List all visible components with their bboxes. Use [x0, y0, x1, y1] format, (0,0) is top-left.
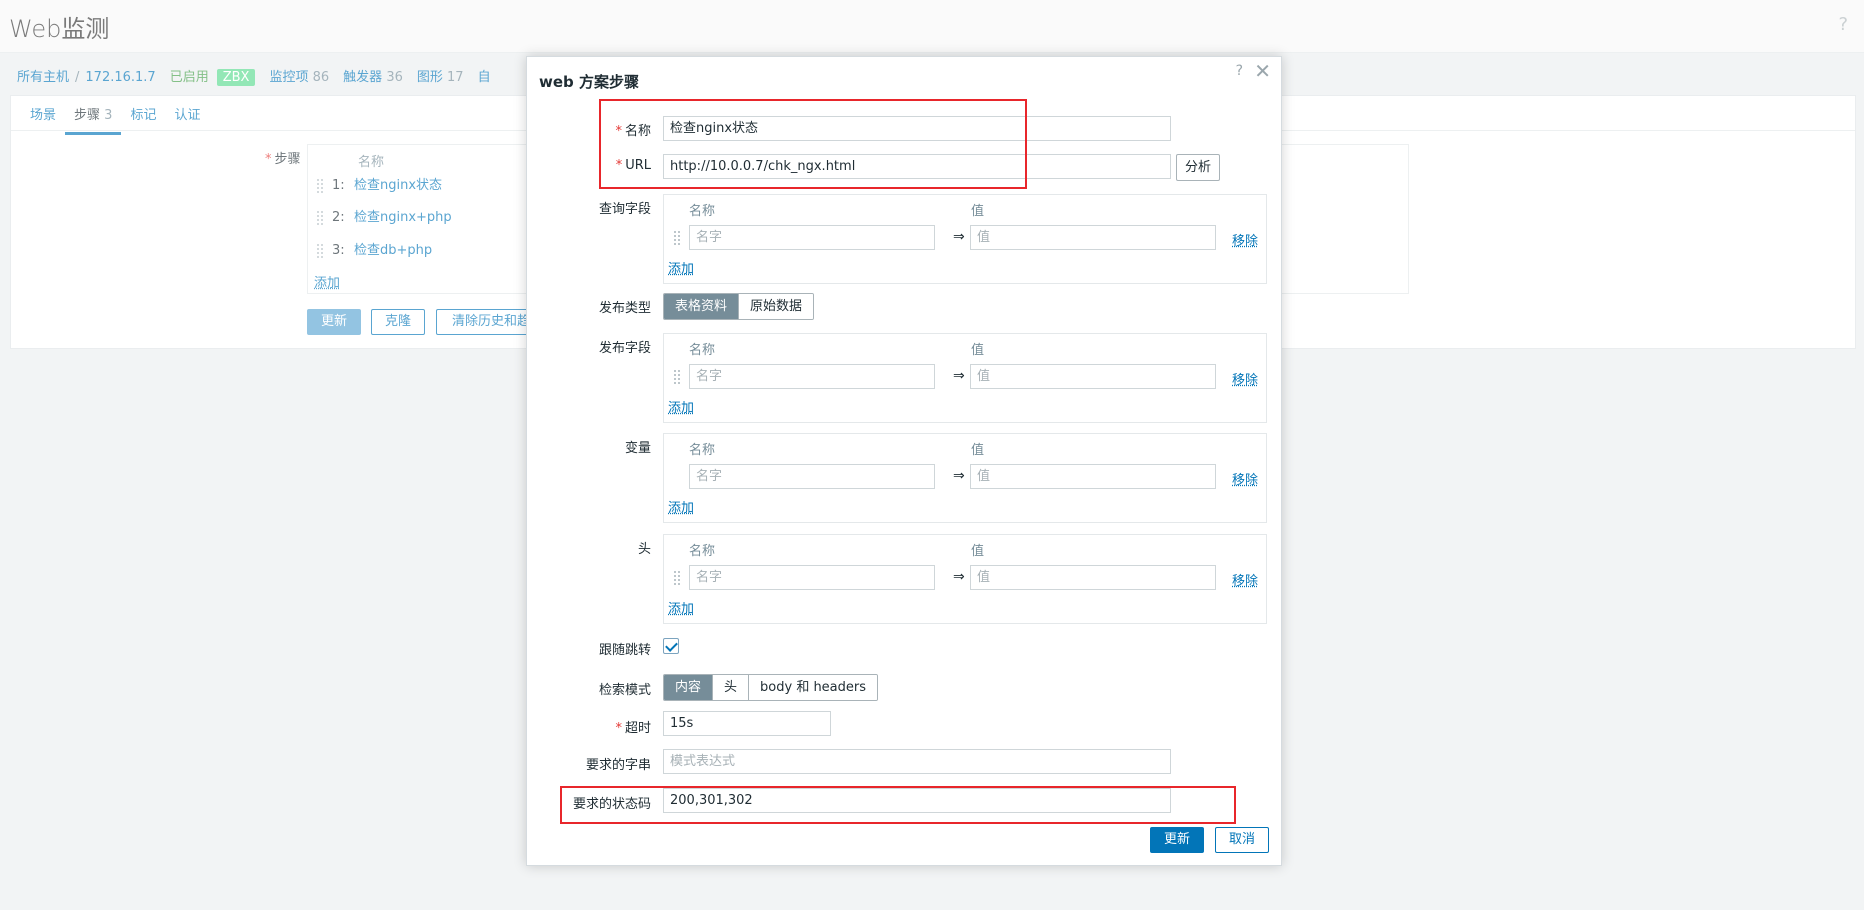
post-type-form-data[interactable]: 表格资料 — [664, 294, 740, 319]
add-link[interactable]: 添加 — [668, 497, 694, 516]
header-name-input[interactable]: 名字 — [689, 565, 935, 590]
post-value-input[interactable]: 值 — [970, 364, 1216, 389]
web-step-dialog: web 方案步骤 ? ✕ * 名称 检查nginx状态 * URL http://1… — [526, 56, 1282, 866]
required-string-label: 要求的字串 — [585, 758, 651, 773]
parse-button[interactable]: 分析 — [1176, 154, 1221, 181]
dialog-cancel-button[interactable]: 取消 — [1215, 827, 1269, 853]
dialog-update-button[interactable]: 更新 — [1150, 827, 1204, 853]
column-header-value: 值 — [971, 343, 985, 358]
required-string-input[interactable]: 模式表达式 — [663, 749, 1171, 774]
query-name-input[interactable]: 名字 — [689, 225, 935, 250]
variable-name-input[interactable]: 名字 — [689, 464, 935, 489]
query-fields-label: 查询字段 — [598, 202, 651, 217]
headers-table: 名称 值 名字 ⇒ 值 移除 添加 — [663, 534, 1267, 624]
add-link[interactable]: 添加 — [668, 397, 694, 416]
post-fields-table: 名称 值 名字 ⇒ 值 移除 添加 — [663, 333, 1267, 423]
follow-redirects-label: 跟随跳转 — [598, 643, 651, 658]
url-label: * URL — [615, 158, 651, 173]
query-fields-table: 名称 值 名字 ⇒ 值 移除 添加 — [663, 194, 1267, 284]
retrieve-mode-body[interactable]: 内容 — [664, 675, 714, 700]
variable-value-input[interactable]: 值 — [970, 464, 1216, 489]
column-header-name: 名称 — [689, 443, 716, 458]
add-link[interactable]: 添加 — [668, 598, 694, 617]
remove-link[interactable]: 移除 — [1232, 369, 1258, 388]
remove-link[interactable]: 移除 — [1232, 469, 1258, 488]
dialog-title: web 方案步骤 — [539, 73, 639, 91]
column-header-value: 值 — [971, 204, 985, 219]
remove-link[interactable]: 移除 — [1232, 230, 1258, 249]
post-type-raw-data[interactable]: 原始数据 — [739, 294, 814, 319]
drag-handle-icon[interactable] — [673, 369, 681, 385]
arrow-icon: ⇒ — [953, 468, 965, 484]
timeout-label: * 超时 — [615, 721, 651, 736]
status-codes-input[interactable]: 200,301,302 — [663, 788, 1171, 813]
column-header-value: 值 — [971, 544, 985, 559]
column-header-name: 名称 — [689, 204, 716, 219]
help-icon[interactable]: ? — [1236, 63, 1243, 79]
retrieve-mode-toggle: 内容 头 body 和 headers — [663, 674, 879, 701]
arrow-icon: ⇒ — [953, 569, 965, 585]
column-header-value: 值 — [971, 443, 985, 458]
headers-label: 头 — [637, 542, 651, 557]
name-input[interactable]: 检查nginx状态 — [663, 116, 1171, 141]
status-codes-label: 要求的状态码 — [572, 797, 651, 812]
drag-handle-icon[interactable] — [673, 570, 681, 586]
variables-table: 名称 值 名字 ⇒ 值 移除 添加 — [663, 433, 1267, 523]
retrieve-mode-label: 检索模式 — [598, 683, 651, 698]
arrow-icon: ⇒ — [953, 229, 965, 245]
column-header-name: 名称 — [689, 544, 716, 559]
follow-redirects-checkbox[interactable] — [663, 638, 679, 654]
post-fields-label: 发布字段 — [598, 341, 651, 356]
add-link[interactable]: 添加 — [668, 258, 694, 277]
retrieve-mode-headers[interactable]: 头 — [713, 675, 750, 700]
post-type-label: 发布类型 — [598, 301, 651, 316]
close-icon[interactable]: ✕ — [1254, 59, 1271, 83]
arrow-icon: ⇒ — [953, 368, 965, 384]
name-label: * 名称 — [615, 124, 651, 139]
post-type-toggle: 表格资料 原始数据 — [663, 293, 815, 320]
post-name-input[interactable]: 名字 — [689, 364, 935, 389]
column-header-name: 名称 — [689, 343, 716, 358]
retrieve-mode-both[interactable]: body 和 headers — [749, 675, 878, 700]
query-value-input[interactable]: 值 — [970, 225, 1216, 250]
variables-label: 变量 — [624, 441, 651, 456]
header-value-input[interactable]: 值 — [970, 565, 1216, 590]
drag-handle-icon[interactable] — [673, 230, 681, 246]
url-input[interactable]: http://10.0.0.7/chk_ngx.html — [663, 154, 1171, 179]
remove-link[interactable]: 移除 — [1232, 570, 1258, 589]
timeout-input[interactable]: 15s — [663, 711, 831, 736]
